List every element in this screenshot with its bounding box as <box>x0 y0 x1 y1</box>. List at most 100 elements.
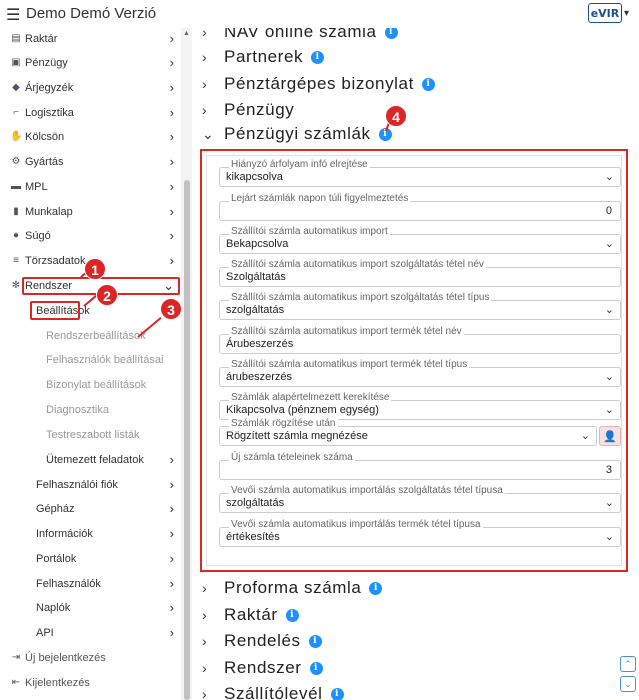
callout-2: 2 <box>96 284 118 306</box>
logo-dropdown[interactable]: eVIR ▾ <box>587 3 629 23</box>
section-penztargepes-bizonylat[interactable]: › Pénztárgépes bizonylat i <box>202 72 435 96</box>
rogzites-utan-select[interactable]: Rögzített számla megnézése ⌄ <box>219 426 597 446</box>
top-bar: ☰ Demo Demó Verzió eVIR ▾ <box>0 0 639 28</box>
sidebar-item-rendszerbeallitasok[interactable]: Rendszerbeállítások <box>0 325 180 349</box>
sidebar-item-raktar[interactable]: ▤ Raktár › <box>0 28 180 52</box>
caret-down-icon: ▾ <box>623 7 629 19</box>
chevron-down-icon: ⌄ <box>604 304 614 316</box>
chevron-right-icon: › <box>169 80 174 95</box>
file-icon: ▮ <box>13 206 19 217</box>
import-termek-nev-input[interactable]: Árubeszerzés <box>219 334 621 354</box>
chevron-right-icon: › <box>169 55 174 70</box>
info-icon[interactable]: i <box>311 50 325 64</box>
section-rendszer[interactable]: › Rendszer i <box>202 656 323 680</box>
chevron-right-icon: › <box>169 625 174 640</box>
database-icon: ≡ <box>13 255 19 266</box>
sidebar-item-beallitasok[interactable]: Beállítások <box>0 300 180 324</box>
sidebar-item-naplok[interactable]: Naplók › <box>0 597 180 621</box>
chevron-right-icon: › <box>169 228 174 243</box>
sidebar-item-munkalap[interactable]: ▮ Munkalap › <box>0 201 180 225</box>
vevoi-szolg-tipus-select[interactable]: szolgáltatás ⌄ <box>219 493 621 513</box>
info-icon[interactable]: i <box>421 77 435 91</box>
section-partnerek[interactable]: › Partnerek i <box>202 45 325 69</box>
info-icon[interactable]: i <box>369 581 383 595</box>
settings-form: Hiányzó árfolyam infó elrejtése kikapcso… <box>206 155 622 566</box>
chevron-right-icon: › <box>169 501 174 516</box>
sidebar-item-kolcson[interactable]: ✋ Kölcsön › <box>0 126 180 150</box>
sidebar-item-arjegyzek[interactable]: ◆ Árjegyzék › <box>0 77 180 101</box>
sidebar-item-uj-bejelentkezes[interactable]: ⇥ Új bejelentkezés <box>0 647 180 671</box>
import-termek-tipus-select[interactable]: árubeszerzés ⌄ <box>219 367 621 387</box>
main-content: › NAV online számla i › Partnerek i › Pé… <box>192 28 639 700</box>
sidebar-item-testreszabott-listak[interactable]: Testreszabott listák <box>0 424 180 448</box>
sidebar-item-felhasznalok[interactable]: Felhasználók › <box>0 573 180 597</box>
chevron-right-icon: › <box>169 551 174 566</box>
sidebar-item-utemezett-feladatok[interactable]: Ütemezett feladatok › <box>0 449 180 473</box>
dolly-icon: ⌐ <box>13 107 19 118</box>
chevron-right-icon: › <box>202 633 208 649</box>
tags-icon: ◆ <box>12 82 20 93</box>
cogs-icon: ⚙ <box>11 156 21 167</box>
chevron-down-icon: ⌄ <box>202 125 215 142</box>
info-icon[interactable]: i <box>384 28 398 39</box>
chevron-right-icon: › <box>202 660 208 676</box>
chevron-right-icon: › <box>202 102 208 118</box>
user-button[interactable]: 👤 <box>599 426 621 446</box>
info-icon[interactable]: i <box>285 608 299 622</box>
sidebar-item-logisztika[interactable]: ⌐ Logisztika › <box>0 102 180 126</box>
section-raktar[interactable]: › Raktár i <box>202 603 299 627</box>
scroll-top-button[interactable]: ⌃ <box>620 656 636 672</box>
info-icon[interactable]: i <box>308 634 322 648</box>
chevron-right-icon: › <box>202 76 208 92</box>
info-icon[interactable]: i <box>330 687 344 700</box>
chevron-right-icon: › <box>169 253 174 268</box>
money-icon: ▣ <box>11 57 21 68</box>
chevron-right-icon: › <box>169 129 174 144</box>
chevron-right-icon: › <box>169 526 174 541</box>
sidebar-item-diagnosztika[interactable]: Diagnosztika <box>0 399 180 423</box>
sidebar-item-felhasznalok-beallitasai[interactable]: Felhasználók beállításai <box>0 349 180 373</box>
callout-4: 4 <box>385 105 407 127</box>
sidebar-item-gephaz[interactable]: Gépház › <box>0 498 180 522</box>
lejart-szamlak-input[interactable]: 0 <box>219 201 621 221</box>
section-proforma-szamla[interactable]: › Proforma számla i <box>202 576 383 600</box>
truck-icon: ▬ <box>11 181 21 192</box>
sidebar-item-api[interactable]: API › <box>0 622 180 646</box>
callout-3: 3 <box>160 298 182 320</box>
sidebar-item-informaciok[interactable]: Információk › <box>0 523 180 547</box>
sidebar-item-mpl[interactable]: ▬ MPL › <box>0 176 180 200</box>
logout-icon: ⇤ <box>11 677 21 688</box>
sidebar-item-portalok[interactable]: Portálok › <box>0 548 180 572</box>
section-rendeles[interactable]: › Rendelés i <box>202 629 322 653</box>
kerekites-select[interactable]: Kikapcsolva (pénznem egység) ⌄ <box>219 400 621 420</box>
section-szallitolevel[interactable]: › Szállítólevél i <box>202 682 344 700</box>
scrollbar-thumb[interactable] <box>184 180 190 700</box>
hamburger-menu-icon[interactable]: ☰ <box>6 5 20 25</box>
sidebar-item-gyartas[interactable]: ⚙ Gyártás › <box>0 151 180 175</box>
vevoi-termek-tipus-select[interactable]: értékesítés ⌄ <box>219 527 621 547</box>
chevron-right-icon: › <box>202 607 208 623</box>
import-szolg-nev-input[interactable]: Szolgáltatás <box>219 267 621 287</box>
section-nav-online-szamla[interactable]: › NAV online számla i <box>202 28 398 44</box>
sidebar-item-penzugy[interactable]: ▣ Pénzügy › <box>0 52 180 76</box>
sidebar-item-sugo[interactable]: ● Súgó › <box>0 225 180 249</box>
chevron-right-icon: › <box>169 31 174 46</box>
scroll-up-icon[interactable]: ▲ <box>183 30 190 37</box>
section-penzugy[interactable]: › Pénzügy <box>202 98 294 122</box>
hianyzo-arfolyam-select[interactable]: kikapcsolva ⌄ <box>219 167 621 187</box>
chevron-right-icon: › <box>202 686 208 700</box>
tetelek-szama-input[interactable]: 3 <box>219 460 621 480</box>
chevron-right-icon: › <box>202 49 208 65</box>
szallitoi-import-select[interactable]: Bekapcsolva ⌄ <box>219 234 621 254</box>
import-szolg-tipus-select[interactable]: szolgáltatás ⌄ <box>219 300 621 320</box>
chevron-right-icon: › <box>169 204 174 219</box>
chevron-up-icon: ⌃ <box>624 658 632 669</box>
sidebar-item-bizonylat-beallitasok[interactable]: Bizonylat beállítások <box>0 374 180 398</box>
section-penzugyi-szamlak[interactable]: ⌄ Pénzügyi számlák i <box>202 122 392 146</box>
evir-logo: eVIR <box>587 3 622 23</box>
info-icon[interactable]: i <box>309 661 323 675</box>
sidebar-scrollbar[interactable]: ▲ <box>181 28 192 700</box>
sidebar-item-felhasznaloi-fiok[interactable]: Felhasználói fiók › <box>0 474 180 498</box>
sidebar-item-kijelentkezes[interactable]: ⇤ Kijelentkezés <box>0 672 180 696</box>
scroll-bottom-button[interactable]: ⌄ <box>620 676 636 692</box>
